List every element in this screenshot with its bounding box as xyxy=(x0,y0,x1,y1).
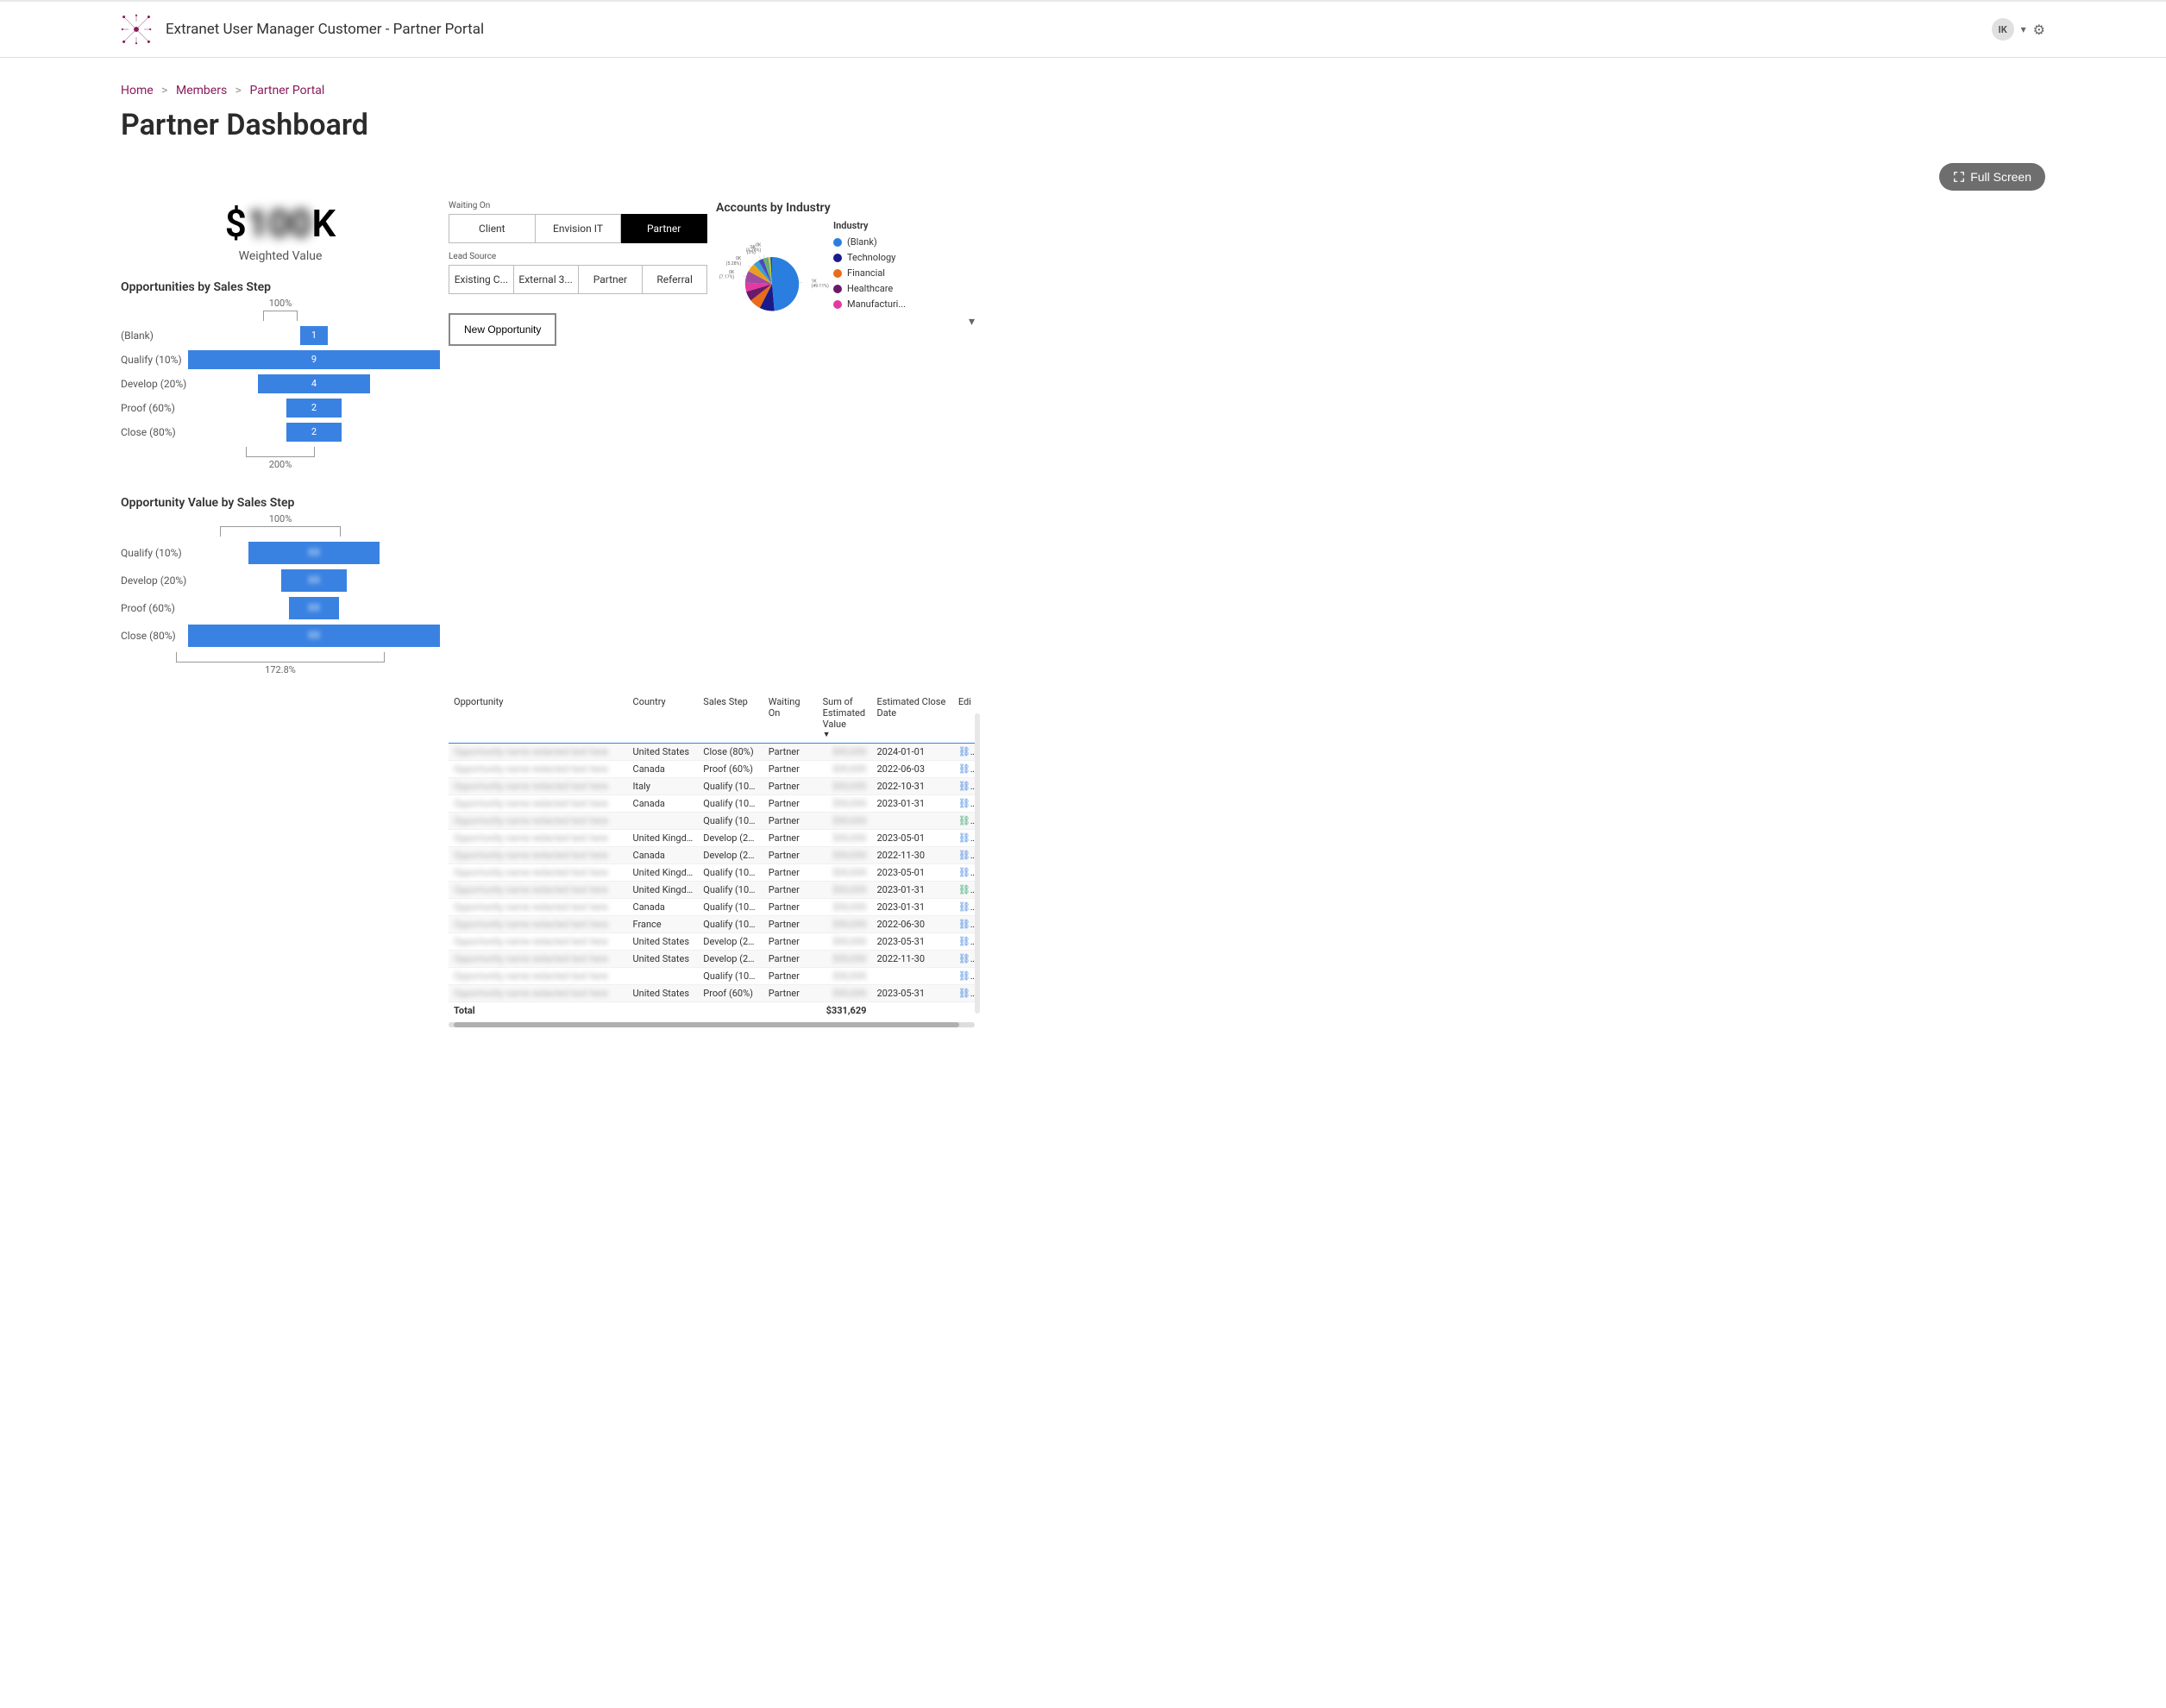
pie-title: Accounts by Industry xyxy=(716,201,975,215)
app-title: Extranet User Manager Customer - Partner… xyxy=(166,21,1992,38)
table-row[interactable]: Opportunity name redacted text here Unit… xyxy=(449,882,975,899)
table-row[interactable]: Opportunity name redacted text here Cana… xyxy=(449,847,975,864)
table-row[interactable]: Opportunity name redacted text here Qual… xyxy=(449,968,975,985)
kpi-suffix: K xyxy=(311,201,336,246)
horizontal-scrollbar[interactable] xyxy=(449,1022,975,1027)
lead-source-group: Existing C...External 3...PartnerReferra… xyxy=(449,265,707,294)
chart-bar-row[interactable]: Qualify (10%) XX xyxy=(121,542,440,564)
chart-bar-row[interactable]: Develop (20%) XX xyxy=(121,569,440,592)
table-row[interactable]: Opportunity name redacted text here Unit… xyxy=(449,985,975,1002)
vertical-scrollbar[interactable] xyxy=(975,713,980,1014)
fullscreen-button[interactable]: Full Screen xyxy=(1939,163,2045,191)
opportunity-table[interactable]: OpportunityCountrySales StepWaiting OnSu… xyxy=(449,693,975,1019)
legend-item[interactable]: Financial xyxy=(833,267,975,279)
table-row[interactable]: Opportunity name redacted text here Qual… xyxy=(449,813,975,830)
gear-icon[interactable]: ⚙ xyxy=(2033,22,2045,38)
chevron-down-icon: ▾ xyxy=(2021,23,2026,35)
legend-item[interactable]: (Blank) xyxy=(833,236,975,248)
waiting-on-option[interactable]: Envision IT xyxy=(536,214,622,243)
table-row[interactable]: Opportunity name redacted text here Unit… xyxy=(449,933,975,951)
edit-link-icon[interactable]: ⛓ xyxy=(953,864,975,882)
svg-text:0K(7.17%): 0K(7.17%) xyxy=(719,270,735,280)
table-row[interactable]: Opportunity name redacted text here Cana… xyxy=(449,761,975,778)
column-header[interactable]: Sum of Estimated Value▼ xyxy=(818,693,872,744)
page-title: Partner Dashboard xyxy=(121,108,2045,142)
table-row[interactable]: Opportunity name redacted text here Unit… xyxy=(449,830,975,847)
column-header[interactable]: Sales Step xyxy=(698,693,763,744)
legend-item[interactable]: Manufacturi... xyxy=(833,298,975,310)
kpi-obscured-value: 100 xyxy=(247,201,311,246)
lead-source-option[interactable]: Partner xyxy=(579,265,644,294)
table-row[interactable]: Opportunity name redacted text here Unit… xyxy=(449,864,975,882)
avatar: IK xyxy=(1992,18,2014,41)
edit-link-icon[interactable]: ⛓ xyxy=(953,778,975,795)
total-label: Total xyxy=(449,1002,628,1020)
edit-link-icon[interactable]: ⛓ xyxy=(953,899,975,916)
waiting-on-option[interactable]: Partner xyxy=(621,214,707,243)
user-menu[interactable]: IK ▾ xyxy=(1992,18,2033,41)
breadcrumb: Home > Members > Partner Portal xyxy=(121,84,2045,97)
edit-link-icon[interactable]: ⛓ xyxy=(953,916,975,933)
table-row[interactable]: Opportunity name redacted text here Fran… xyxy=(449,916,975,933)
kpi-prefix: $ xyxy=(225,201,247,246)
edit-link-icon[interactable]: ⛓ xyxy=(953,744,975,761)
column-header[interactable]: Country xyxy=(628,693,699,744)
industry-pie[interactable]: 1K(49.11%)0K(7.17%)0K(5.28%)0K(3%)0K(1.7… xyxy=(716,220,828,354)
total-value: $331,629 xyxy=(818,1002,872,1020)
breadcrumb-members[interactable]: Members xyxy=(176,84,227,97)
edit-link-icon[interactable]: ⛓ xyxy=(953,761,975,778)
chart-bar-row[interactable]: Close (80%) XX xyxy=(121,625,440,647)
new-opportunity-button[interactable]: New Opportunity xyxy=(449,313,556,346)
edit-link-icon[interactable]: ⛓ xyxy=(953,933,975,951)
chart-bar-row[interactable]: Close (80%) 2 xyxy=(121,423,440,442)
chart-bar-row[interactable]: Develop (20%) 4 xyxy=(121,374,440,393)
lead-source-label: Lead Source xyxy=(449,252,707,261)
chart-bar-row[interactable]: Proof (60%) 2 xyxy=(121,399,440,418)
chart-bar-row[interactable]: (Blank) 1 xyxy=(121,326,440,345)
breadcrumb-current[interactable]: Partner Portal xyxy=(249,84,324,97)
svg-text:1K(49.11%): 1K(49.11%) xyxy=(811,279,829,289)
legend-more-icon[interactable]: ▾ xyxy=(833,315,975,329)
lead-source-option[interactable]: External 3... xyxy=(514,265,579,294)
table-row[interactable]: Opportunity name redacted text here Unit… xyxy=(449,951,975,968)
edit-link-icon[interactable]: ⛓ xyxy=(953,951,975,968)
edit-link-icon[interactable]: ⛓ xyxy=(953,882,975,899)
table-row[interactable]: Opportunity name redacted text here Cana… xyxy=(449,795,975,813)
topbar: Extranet User Manager Customer - Partner… xyxy=(0,0,2166,58)
opportunities-chart: Opportunities by Sales Step 100% (Blank)… xyxy=(121,280,440,470)
svg-text:0K(5.28%): 0K(5.28%) xyxy=(726,256,742,267)
column-header[interactable]: Opportunity xyxy=(449,693,628,744)
pie-legend: Industry (Blank)TechnologyFinancialHealt… xyxy=(833,220,975,329)
table-row[interactable]: Opportunity name redacted text here Cana… xyxy=(449,899,975,916)
column-header[interactable]: Edi xyxy=(953,693,975,744)
app-logo xyxy=(121,14,152,45)
table-row[interactable]: Opportunity name redacted text here Ital… xyxy=(449,778,975,795)
waiting-on-option[interactable]: Client xyxy=(449,214,536,243)
lead-source-option[interactable]: Existing C... xyxy=(449,265,514,294)
edit-link-icon[interactable]: ⛓ xyxy=(953,847,975,864)
legend-item[interactable]: Healthcare xyxy=(833,283,975,294)
breadcrumb-home[interactable]: Home xyxy=(121,84,154,97)
pie-slice[interactable] xyxy=(772,257,799,311)
column-header[interactable]: Waiting On xyxy=(763,693,818,744)
edit-link-icon[interactable]: ⛓ xyxy=(953,968,975,985)
chart-bar-row[interactable]: Proof (60%) XX xyxy=(121,597,440,619)
lead-source-option[interactable]: Referral xyxy=(643,265,707,294)
column-header[interactable]: Estimated Close Date xyxy=(871,693,952,744)
opportunity-value-chart: Opportunity Value by Sales Step 100% Qua… xyxy=(121,496,440,675)
kpi-card: $100K Weighted Value xyxy=(121,201,440,263)
waiting-on-label: Waiting On xyxy=(449,201,707,210)
edit-link-icon[interactable]: ⛓ xyxy=(953,795,975,813)
table-row[interactable]: Opportunity name redacted text here Unit… xyxy=(449,744,975,761)
kpi-label: Weighted Value xyxy=(121,249,440,263)
fullscreen-label: Full Screen xyxy=(1970,170,2031,184)
waiting-on-group: ClientEnvision ITPartner xyxy=(449,214,707,243)
chart-bar-row[interactable]: Qualify (10%) 9 xyxy=(121,350,440,369)
opportunity-table-area: OpportunityCountrySales StepWaiting OnSu… xyxy=(449,693,975,1027)
edit-link-icon[interactable]: ⛓ xyxy=(953,830,975,847)
legend-item[interactable]: Technology xyxy=(833,252,975,263)
edit-link-icon[interactable]: ⛓ xyxy=(953,985,975,1002)
edit-link-icon[interactable]: ⛓ xyxy=(953,813,975,830)
